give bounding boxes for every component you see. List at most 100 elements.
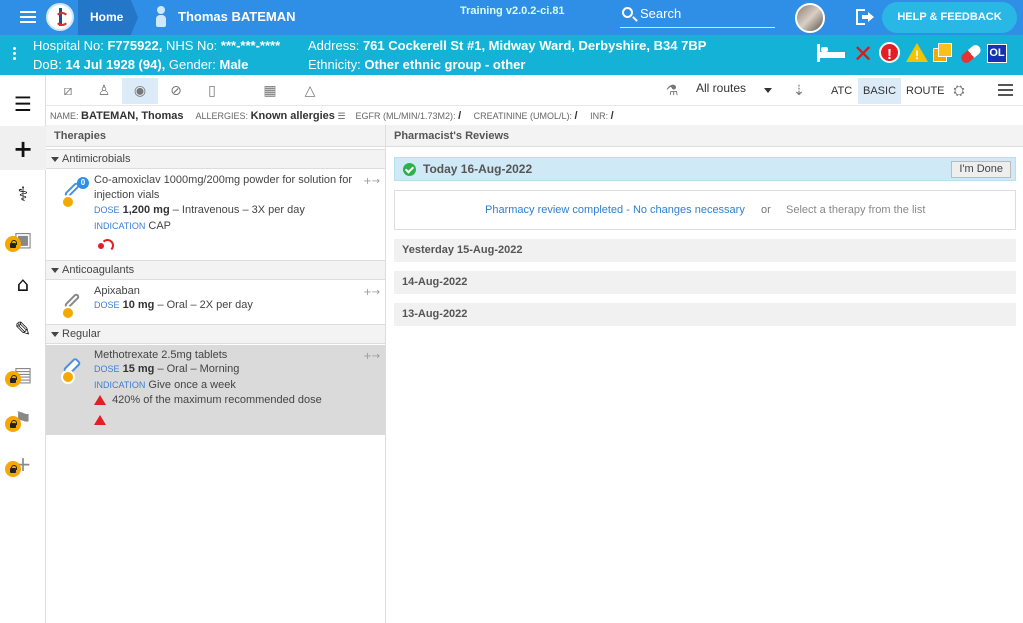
review-day[interactable]: 14-Aug-2022: [394, 271, 1016, 294]
lock-icon: [5, 236, 21, 252]
oral-icon: [60, 289, 84, 320]
count-badge: 0: [77, 177, 89, 189]
atc-button[interactable]: ATC: [826, 78, 857, 104]
chart-icon[interactable]: ▦: [252, 78, 288, 104]
app-logo: [46, 3, 74, 31]
nav-home[interactable]: ⌂: [0, 261, 46, 305]
expand-icon[interactable]: +→: [363, 351, 380, 362]
pill-outline-icon[interactable]: ⊘: [158, 78, 194, 104]
therapy-name: Apixaban: [94, 285, 140, 297]
patient-tab[interactable]: Thomas BATEMAN: [178, 0, 295, 34]
therapy-item[interactable]: Methotrexate 2.5mg tablets DOSE 15 mg – …: [46, 345, 385, 435]
check-icon: [403, 163, 416, 176]
tablet-icon: [60, 353, 84, 384]
x-icon[interactable]: ✕: [853, 40, 873, 68]
dose-value: 10 mg: [122, 299, 155, 311]
top-bar: Home Thomas BATEMAN Training v2.0.2-ci.8…: [0, 0, 1023, 35]
basic-button[interactable]: BASIC: [858, 78, 902, 104]
nav-plus-locked[interactable]: +: [0, 441, 46, 485]
allergies-list-icon[interactable]: ☰: [337, 111, 345, 121]
logout-icon[interactable]: [856, 9, 874, 25]
expand-icon[interactable]: +→: [363, 176, 380, 187]
routes-icon: ⚗: [665, 83, 679, 99]
menu-icon[interactable]: [20, 11, 36, 23]
exclamation-icon[interactable]: !: [879, 42, 900, 63]
patient-demographics: DoB: 14 Jul 1928 (94), Gender: Male: [33, 57, 248, 72]
view-icon[interactable]: ◉: [122, 78, 158, 104]
review-today-label: Today 16-Aug-2022: [423, 162, 533, 176]
review-completed-link[interactable]: Pharmacy review completed - No changes n…: [485, 191, 745, 229]
nav-camera[interactable]: ▣: [0, 216, 46, 260]
reviews-panel: Pharmacist's Reviews Today 16-Aug-2022 I…: [386, 125, 1023, 623]
hospital-no-label: Hospital No:: [33, 38, 104, 53]
prescribe-icon[interactable]: ⧄: [50, 78, 86, 104]
therapy-item[interactable]: 0 Co-amoxiclav 1000mg/200mg powder for s…: [46, 170, 385, 260]
warning-icon[interactable]: !: [906, 43, 928, 62]
home-label: Home: [90, 10, 124, 24]
lock-icon: [5, 461, 21, 477]
nav-list[interactable]: ☰: [0, 81, 46, 125]
list-icon: ☰: [14, 92, 32, 116]
route-frequency: – Intravenous – 3X per day: [172, 204, 305, 216]
lock-icon: [5, 416, 21, 432]
bed-icon[interactable]: [817, 42, 845, 64]
review-or: or: [761, 204, 771, 216]
administer-icon[interactable]: ♙: [86, 78, 122, 104]
user-avatar[interactable]: [795, 3, 825, 33]
alert-line: [94, 413, 109, 428]
gender-label: Gender:: [168, 57, 216, 72]
nav-edit[interactable]: ✎: [0, 306, 46, 350]
version-label: Training v2.0.2-ci.81: [460, 5, 565, 17]
ethnicity: Other ethnic group - other: [364, 57, 526, 72]
nav-walk[interactable]: ⚑: [0, 396, 46, 440]
more-vert-icon[interactable]: [13, 47, 16, 62]
edit-icon: ✎: [14, 317, 32, 341]
creatinine-label: CREATININE (UMOL/L):: [473, 111, 572, 121]
egfr-value: /: [458, 110, 462, 122]
nav-clipboard[interactable]: ▤: [0, 351, 46, 395]
warning-icon: [94, 415, 106, 426]
indication-label: INDICATION: [94, 221, 146, 231]
hospital-no: F775922,: [107, 38, 163, 53]
review-day[interactable]: Yesterday 15-Aug-2022: [394, 239, 1016, 262]
alert-outline-icon[interactable]: △: [292, 78, 328, 104]
dose-value: 1,200 mg: [122, 204, 170, 216]
routes-select[interactable]: All routes: [696, 81, 746, 95]
review-day[interactable]: 13-Aug-2022: [394, 303, 1016, 326]
inr-label: INR:: [590, 111, 609, 121]
search-field[interactable]: Search: [620, 4, 775, 28]
group-regular[interactable]: Regular: [46, 324, 385, 344]
dose-label: DOSE: [94, 300, 120, 310]
copy-icon[interactable]: [933, 43, 953, 63]
group-anticoagulants[interactable]: Anticoagulants: [46, 260, 385, 280]
nav-add[interactable]: +: [0, 126, 46, 170]
patient-ids: Hospital No: F775922, NHS No: ***-***-**…: [33, 38, 280, 53]
therapy-item[interactable]: Apixaban DOSE 10 mg – Oral – 2X per day …: [46, 281, 385, 324]
ol-badge[interactable]: OL: [987, 44, 1007, 63]
sort-icon[interactable]: ⇣: [786, 78, 812, 104]
dob-label: DoB:: [33, 57, 62, 72]
chevron-down-icon[interactable]: [764, 88, 772, 93]
document-icon[interactable]: ▯: [194, 78, 230, 104]
name-value: BATEMAN, Thomas: [81, 110, 184, 122]
route-button[interactable]: ROUTE: [901, 78, 950, 104]
expand-icon[interactable]: +→: [363, 287, 380, 298]
allergies-value[interactable]: Known allergies: [251, 110, 335, 122]
nav-stethoscope[interactable]: ⚕: [0, 171, 46, 215]
signal-icon: [98, 239, 114, 252]
home-tab[interactable]: Home: [78, 0, 138, 35]
review-today[interactable]: Today 16-Aug-2022 I'm Done: [394, 157, 1016, 181]
search-icon: [622, 7, 633, 18]
toolbar-menu-icon[interactable]: [998, 84, 1013, 99]
therapy-dose-line: DOSE 15 mg – Oral – Morning: [94, 362, 239, 377]
therapy-indication-line: INDICATION CAP: [94, 219, 171, 234]
lock-icon: [5, 371, 21, 387]
group-antimicrobials[interactable]: Antimicrobials: [46, 149, 385, 169]
address: 761 Cockerell St #1, Midway Ward, Derbys…: [362, 38, 707, 53]
therapy-name: Methotrexate 2.5mg tablets: [94, 349, 228, 361]
allergies-label: ALLERGIES:: [195, 111, 249, 121]
help-feedback-button[interactable]: HELP & FEEDBACK: [882, 2, 1017, 33]
im-done-button[interactable]: I'm Done: [951, 161, 1011, 178]
tree-icon[interactable]: ⛭: [946, 78, 972, 104]
name-label: NAME:: [50, 111, 79, 121]
